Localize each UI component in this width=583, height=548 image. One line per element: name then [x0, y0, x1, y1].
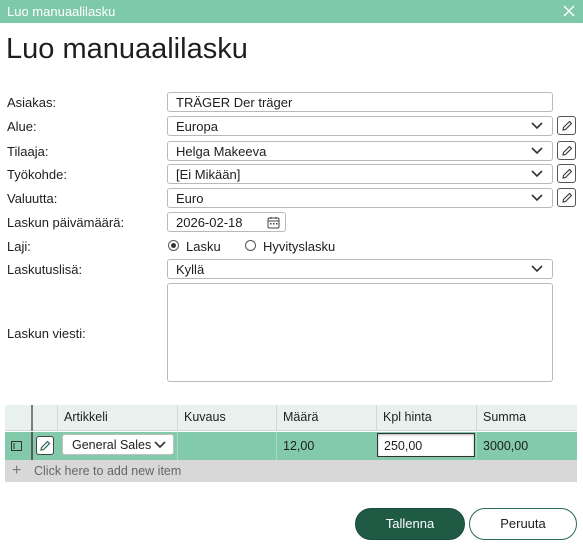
pencil-icon [562, 145, 573, 156]
valuutta-value: Euro [176, 191, 204, 206]
pencil-icon [562, 168, 573, 179]
chevron-down-icon [531, 265, 543, 273]
col-maara[interactable]: Määrä [276, 405, 375, 431]
col-kpl-hinta[interactable]: Kpl hinta [376, 405, 476, 431]
radio-hyvityslasku-label: Hyvityslasku [263, 239, 336, 254]
date-value: 2026-02-18 [176, 215, 243, 230]
window-title: Luo manuaalilasku [7, 4, 116, 19]
grid-header: Artikkeli Kuvaus Määrä Kpl hinta Summa [5, 405, 577, 431]
valuutta-label: Valuutta: [7, 191, 58, 206]
page-title: Luo manuaalilasku [6, 33, 248, 65]
artikkeli-value: General Sales [72, 438, 152, 452]
plus-icon: + [12, 462, 22, 479]
radio-lasku-dot[interactable] [168, 240, 179, 251]
laskutuslisa-select[interactable]: Kyllä [167, 259, 553, 279]
col-kuvaus[interactable]: Kuvaus [177, 405, 276, 431]
pencil-icon [562, 120, 573, 131]
tyokohde-select[interactable]: [Ei Mikään] [167, 164, 553, 184]
viesti-textarea[interactable] [167, 283, 553, 382]
close-icon[interactable] [560, 2, 578, 20]
grid-header-spacer [31, 405, 57, 431]
laji-label: Laji: [7, 239, 31, 254]
asiakas-label: Asiakas: [7, 95, 57, 110]
alue-select[interactable]: Europa [167, 116, 553, 136]
radio-hyvityslasku-dot[interactable] [245, 240, 256, 251]
tilaaja-label: Tilaaja: [7, 144, 49, 159]
pencil-icon [562, 192, 573, 203]
kpl-hinta-input[interactable]: 250,00 [377, 433, 475, 457]
artikkeli-select[interactable]: General Sales [62, 434, 174, 455]
tyokohde-label: Työkohde: [7, 167, 67, 182]
valuutta-select[interactable]: Euro [167, 188, 553, 208]
table-row[interactable]: General Sales 12,00 250,00 3000,00 [5, 432, 577, 460]
chevron-down-icon [531, 147, 543, 155]
edit-valuutta-button[interactable] [557, 188, 576, 207]
laskutuslisa-label: Laskutuslisä: [7, 262, 83, 277]
edit-tilaaja-button[interactable] [557, 141, 576, 160]
cancel-button[interactable]: Peruuta [469, 508, 577, 540]
edit-alue-button[interactable] [557, 116, 576, 135]
cell-kuvaus[interactable] [177, 432, 276, 460]
cell-summa: 3000,00 [476, 432, 577, 460]
chevron-down-icon [531, 122, 543, 130]
tilaaja-value: Helga Makeeva [176, 144, 267, 159]
tilaaja-select[interactable]: Helga Makeeva [167, 141, 553, 161]
row-edit-button[interactable] [36, 436, 54, 455]
row-selector-icon [11, 441, 22, 451]
date-input[interactable]: 2026-02-18 [167, 212, 286, 232]
viesti-label: Laskun viesti: [7, 326, 86, 341]
cell-maara[interactable]: 12,00 [276, 432, 376, 460]
col-artikkeli[interactable]: Artikkeli [57, 405, 177, 431]
paivamaara-label: Laskun päivämäärä: [7, 215, 125, 230]
edit-tyokohde-button[interactable] [557, 164, 576, 183]
row-divider [31, 432, 33, 460]
alue-value: Europa [176, 119, 218, 134]
calendar-icon[interactable] [267, 216, 280, 229]
add-item-label: Click here to add new item [34, 464, 182, 478]
pencil-icon [40, 440, 51, 451]
laskutuslisa-value: Kyllä [176, 262, 205, 277]
radio-lasku-label: Lasku [186, 239, 221, 254]
chevron-down-icon [531, 170, 543, 178]
add-item-row[interactable]: + Click here to add new item [5, 460, 577, 482]
asiakas-field[interactable]: TRÄGER Der träger [167, 92, 553, 112]
col-summa[interactable]: Summa [476, 405, 577, 431]
chevron-down-icon [531, 194, 543, 202]
tyokohde-value: [Ei Mikään] [176, 167, 241, 182]
chevron-down-icon [154, 441, 166, 449]
save-button[interactable]: Tallenna [355, 508, 465, 540]
title-bar: Luo manuaalilasku [0, 0, 583, 23]
alue-label: Alue: [7, 119, 37, 134]
